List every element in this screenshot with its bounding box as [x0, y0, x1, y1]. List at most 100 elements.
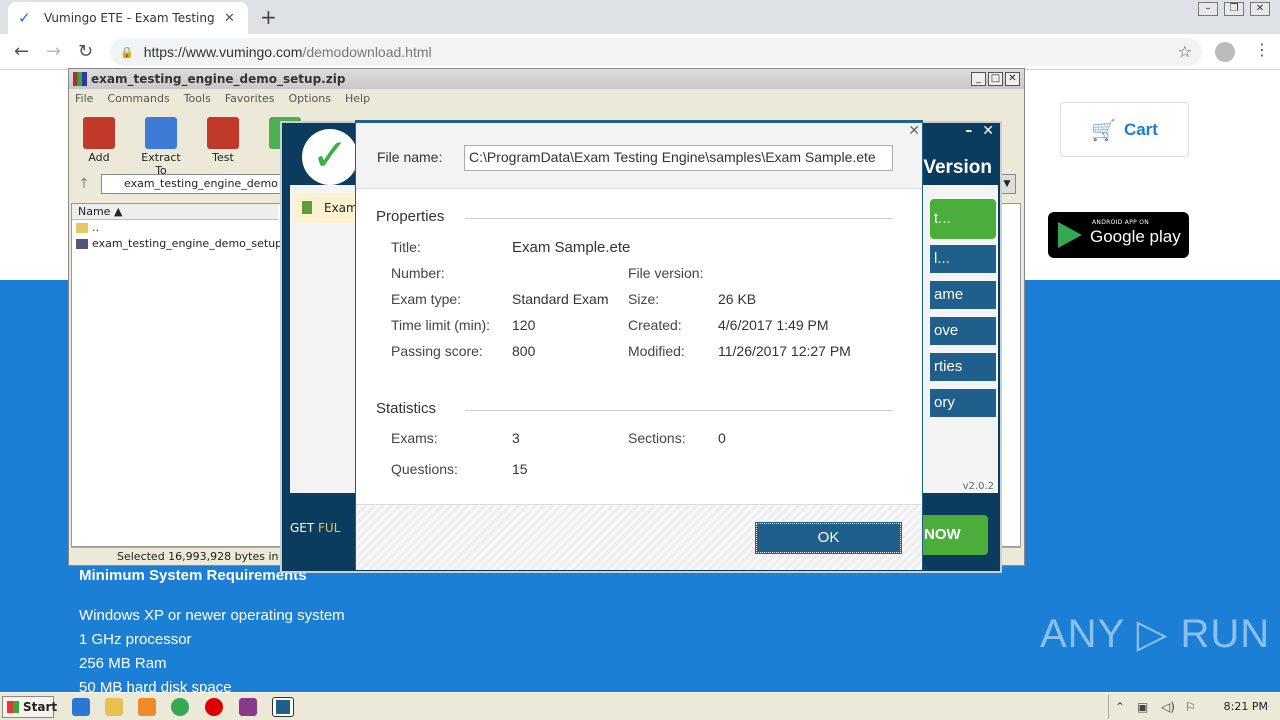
extract-to-button[interactable]: Extract To [137, 113, 185, 177]
volume-icon[interactable]: ◁) [1161, 700, 1175, 714]
menu-help[interactable]: Help [345, 92, 370, 105]
new-tab-button[interactable]: + [260, 5, 277, 29]
profile-avatar-icon[interactable] [1215, 42, 1235, 62]
menu-favorites[interactable]: Favorites [225, 92, 275, 105]
explorer-icon[interactable] [105, 698, 123, 716]
tab-close-icon[interactable]: ✕ [224, 11, 235, 26]
buy-now-button[interactable]: NOW [920, 515, 988, 555]
gplay-small-text: ANDROID APP ON [1092, 219, 1150, 226]
cart-button[interactable]: 🛒 Cart [1060, 102, 1189, 157]
menu-options[interactable]: Options [289, 92, 331, 105]
add-button[interactable]: Add [75, 113, 123, 171]
requirement-item: 1 GHz processor [79, 631, 192, 648]
extract-folder-icon [145, 117, 177, 149]
winrar-title: exam_testing_engine_demo_setup.zip [91, 72, 346, 86]
opera-icon[interactable] [205, 698, 223, 716]
taskbar-clock[interactable]: 8:21 PM [1224, 700, 1268, 713]
close-icon[interactable]: ✕ [982, 123, 994, 139]
exam-type-label: Exam type: [391, 291, 462, 307]
ete-taskbar-button[interactable] [272, 697, 294, 717]
window-controls: – ❐ ✕ [1198, 2, 1270, 16]
tray-expand-icon[interactable]: ⌃ [1115, 700, 1125, 714]
requirement-item: Windows XP or newer operating system [79, 607, 345, 624]
sections-label: Sections: [628, 430, 686, 446]
dialog-footer: OK [356, 504, 922, 570]
ete-logo-checkmark-icon: ✓ [302, 129, 358, 185]
dialog-close-icon[interactable]: ✕ [908, 123, 920, 139]
file-name-row: File name: C:\ProgramData\Exam Testing E… [356, 123, 922, 189]
test-button[interactable]: Test [199, 113, 247, 171]
test-clipboard-icon [207, 117, 239, 149]
cart-label: Cart [1123, 119, 1158, 139]
bookmark-star-icon[interactable]: ☆ [1178, 42, 1192, 61]
reload-icon[interactable]: ↻ [78, 41, 93, 62]
windows-taskbar: Start ⌃ ▣ ◁) ⚐ 8:21 PM [0, 692, 1280, 720]
questions-value: 15 [512, 461, 528, 477]
load-button[interactable]: l... [930, 245, 996, 273]
properties-button[interactable]: rties [930, 353, 996, 381]
close-icon[interactable]: ✕ [1250, 2, 1270, 16]
minimize-icon[interactable]: _ [971, 72, 986, 86]
sections-value: 0 [718, 430, 726, 446]
lock-icon: 🔒 [120, 45, 134, 59]
media-player-icon[interactable] [138, 698, 156, 716]
menu-file[interactable]: File [75, 92, 93, 105]
start-button[interactable]: t... [930, 199, 996, 239]
file-name-label: File name: [377, 149, 443, 165]
back-arrow-icon[interactable]: ← [14, 41, 29, 62]
winrar-menubar: File Commands Tools Favorites Options He… [69, 89, 1024, 107]
winrar-window-controls: _ □ ✕ [971, 72, 1020, 86]
promo-get: GET [290, 521, 319, 535]
ete-window-controls: – ✕ [965, 123, 994, 139]
column-header-name[interactable]: Name ▲ [72, 204, 278, 220]
questions-label: Questions: [391, 461, 458, 477]
minimize-icon[interactable]: – [1198, 2, 1218, 16]
size-label: Size: [628, 291, 660, 307]
menu-kebab-icon[interactable]: ⋮ [1254, 40, 1270, 59]
action-flag-icon[interactable]: ⚐ [1185, 700, 1196, 714]
vumingo-favicon-icon: ✓ [18, 9, 31, 27]
file-name-field[interactable]: C:\ProgramData\Exam Testing Engine\sampl… [464, 145, 893, 171]
close-icon[interactable]: ✕ [1005, 72, 1020, 86]
maximize-icon[interactable]: □ [988, 72, 1003, 86]
browser-tab[interactable]: ✓ Vumingo ETE - Exam Testing Engine ✕ [8, 2, 248, 34]
remove-button[interactable]: ove [930, 317, 996, 345]
history-button[interactable]: ory [930, 389, 996, 417]
ie-icon[interactable] [72, 698, 90, 716]
exam-properties-dialog: File name: C:\ProgramData\Exam Testing E… [355, 120, 923, 570]
winrar-icon[interactable] [239, 698, 257, 716]
ok-button[interactable]: OK [755, 522, 902, 554]
passing-score-value: 800 [512, 343, 536, 359]
modified-value: 11/26/2017 12:27 PM [718, 343, 851, 359]
rename-button[interactable]: ame [930, 281, 996, 309]
section-divider [465, 218, 893, 219]
statistics-section-title: Statistics [376, 400, 437, 417]
google-play-badge[interactable]: ANDROID APP ON Google play [1048, 212, 1189, 258]
requirement-item: 256 MB Ram [79, 655, 167, 672]
minimize-icon[interactable]: – [965, 123, 972, 139]
forward-arrow-icon[interactable]: → [46, 41, 61, 62]
play-store-icon [1058, 222, 1082, 248]
anyrun-watermark: ANY ▷ RUN [1040, 612, 1271, 656]
network-icon[interactable]: ▣ [1137, 700, 1148, 714]
start-button[interactable]: Start [2, 696, 57, 718]
requirements-title: Minimum System Requirements [79, 567, 307, 584]
path-text: exam_testing_engine_demo [124, 177, 278, 190]
browser-tabstrip: ✓ Vumingo ETE - Exam Testing Engine ✕ + … [0, 0, 1280, 34]
winrar-titlebar[interactable]: exam_testing_engine_demo_setup.zip _ □ ✕ [69, 69, 1024, 89]
created-label: Created: [628, 317, 682, 333]
tool-label: Add [88, 151, 110, 164]
exam-type-value: Standard Exam [512, 291, 609, 307]
chrome-icon[interactable] [171, 698, 189, 716]
ete-version-heading: Version [923, 157, 992, 178]
menu-commands[interactable]: Commands [107, 92, 169, 105]
number-label: Number: [391, 265, 445, 281]
file-icon [76, 239, 88, 249]
promo-full: FUL [318, 521, 341, 535]
folder-up-icon [76, 223, 88, 233]
up-folder-icon[interactable]: ↑ [73, 176, 95, 192]
restore-icon[interactable]: ❐ [1224, 2, 1244, 16]
address-bar[interactable]: 🔒 https://www.vumingo.com/demodownload.h… [110, 38, 1202, 66]
winrar-icon [73, 72, 87, 86]
menu-tools[interactable]: Tools [184, 92, 211, 105]
